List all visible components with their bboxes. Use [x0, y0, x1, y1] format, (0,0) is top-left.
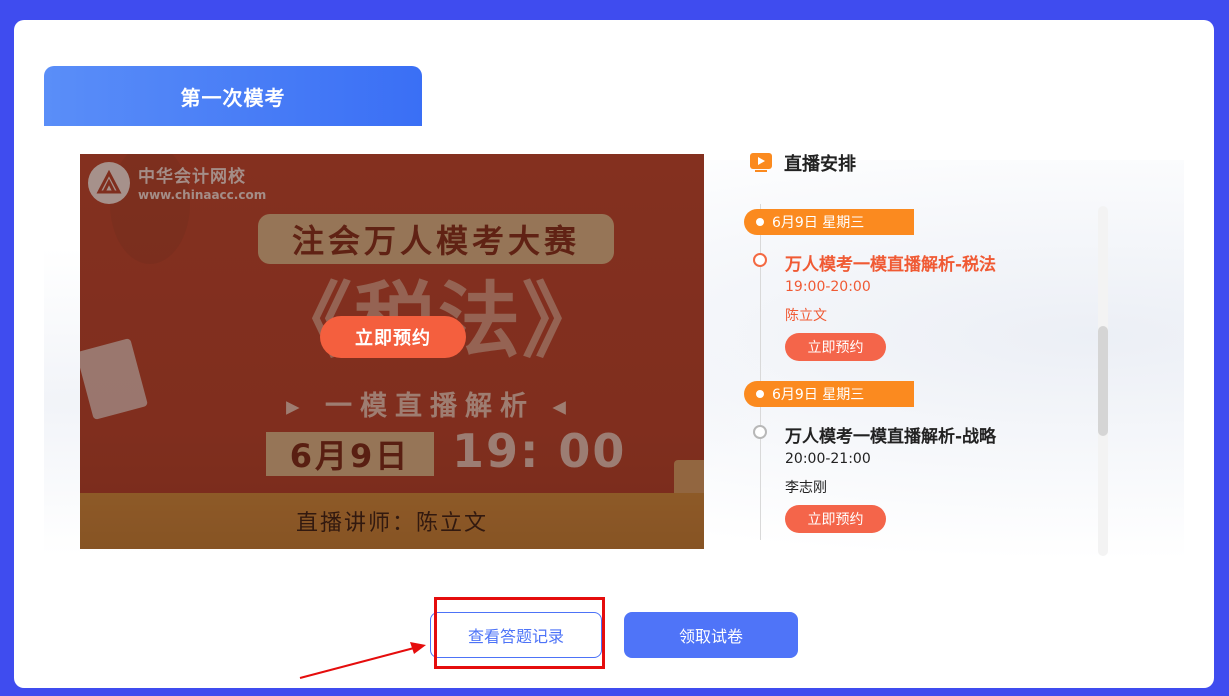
dot-icon [756, 218, 764, 226]
live-item-teacher: 李志刚 [785, 480, 827, 496]
live-banner: 中华会计网校 www.chinaacc.com 注会万人模考大赛 《税法》 ▸ … [80, 154, 704, 549]
reserve-button[interactable]: 立即预约 [785, 505, 886, 533]
schedule-title: 直播安排 [784, 154, 856, 175]
live-item-time: 20:00-21:00 [785, 451, 871, 467]
red-arrow-icon [299, 642, 426, 679]
date-tag: 6月9日 星期三 [744, 381, 914, 407]
live-tv-icon [750, 153, 772, 173]
reserve-now-button[interactable]: 立即预约 [320, 316, 466, 358]
get-paper-button[interactable]: 领取试卷 [624, 612, 798, 658]
schedule-scrollbar-thumb[interactable] [1098, 326, 1108, 436]
dot-icon [756, 390, 764, 398]
live-item-title[interactable]: 万人模考一模直播解析-税法 [785, 250, 996, 275]
live-item-teacher: 陈立文 [785, 308, 827, 324]
live-item-title[interactable]: 万人模考一模直播解析-战略 [785, 422, 996, 447]
timeline-ring-icon [753, 425, 767, 439]
reserve-button[interactable]: 立即预约 [785, 333, 886, 361]
date-tag: 6月9日 星期三 [744, 209, 914, 235]
date-tag-label: 6月9日 星期三 [772, 215, 865, 231]
tab-first-mock-exam[interactable]: 第一次模考 [44, 66, 422, 126]
schedule-header: 直播安排 [750, 150, 856, 176]
view-answer-record-button[interactable]: 查看答题记录 [430, 612, 602, 658]
timeline-active-ring-icon [753, 253, 767, 267]
tab-title: 第一次模考 [180, 85, 286, 110]
schedule-list[interactable]: 6月9日 星期三 万人模考一模直播解析-税法 19:00-20:00 陈立文 立… [744, 186, 1094, 540]
date-tag-label: 6月9日 星期三 [772, 387, 865, 403]
live-item-time: 19:00-20:00 [785, 279, 871, 295]
